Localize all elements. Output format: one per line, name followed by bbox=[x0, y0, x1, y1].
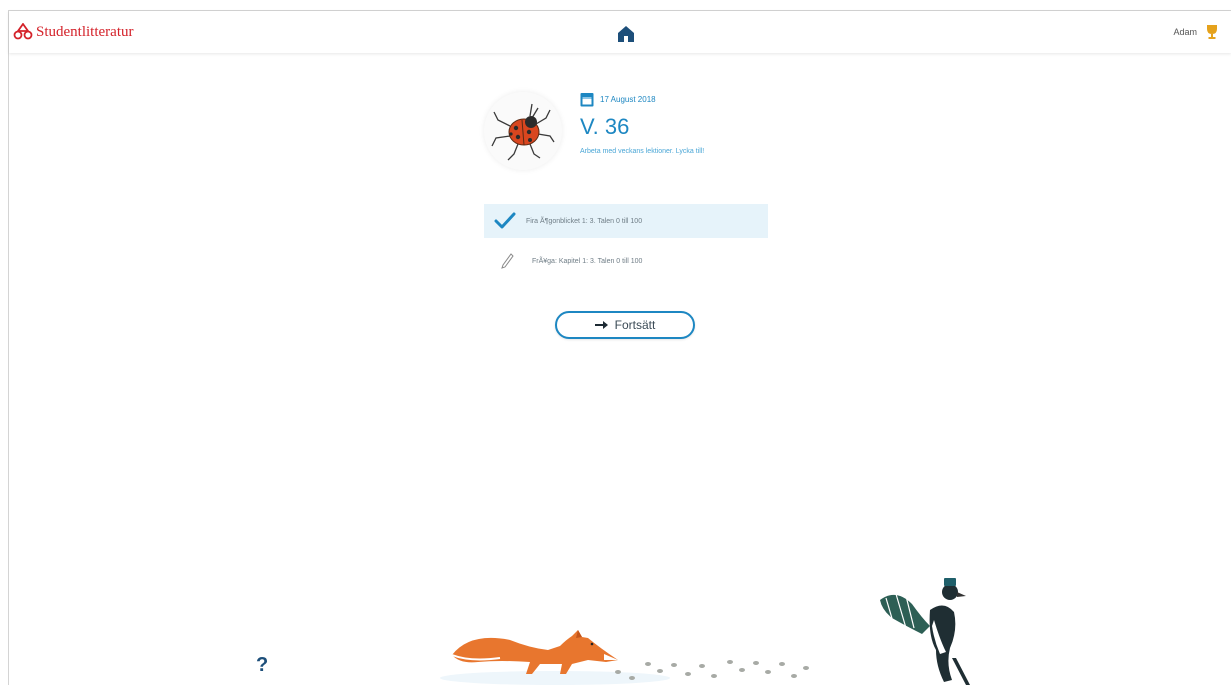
user-menu[interactable]: Adam bbox=[1173, 24, 1219, 40]
logo-text: Studentlitteratur bbox=[36, 23, 134, 40]
user-name: Adam bbox=[1173, 27, 1197, 37]
week-title: V. 36 bbox=[580, 114, 630, 139]
trophy-icon[interactable] bbox=[1205, 24, 1219, 40]
app-frame: Studentlitteratur Adam bbox=[8, 10, 1231, 685]
ladybug-avatar bbox=[484, 92, 562, 170]
brand-logo[interactable]: Studentlitteratur bbox=[13, 23, 133, 41]
task-label: Fira Ã¶gonblicket 1: 3. Talen 0 till 100 bbox=[526, 217, 643, 225]
home-icon[interactable] bbox=[617, 25, 635, 43]
logo-icon bbox=[13, 23, 33, 40]
ladybug-icon bbox=[491, 103, 555, 161]
help-button[interactable]: ? bbox=[256, 654, 268, 677]
top-bar: Studentlitteratur Adam bbox=[9, 11, 1231, 53]
pencil-icon bbox=[501, 253, 514, 269]
continue-button[interactable]: Fortsätt bbox=[555, 311, 695, 339]
task-item-done[interactable]: Fira Ã¶gonblicket 1: 3. Talen 0 till 100 bbox=[484, 204, 768, 238]
date-text: 17 August 2018 bbox=[600, 95, 656, 104]
lesson-description: Arbeta med veckans lektioner. Lycka till… bbox=[580, 148, 705, 155]
arrow-right-icon bbox=[594, 321, 608, 329]
task-item-todo[interactable]: FrÃ¥ga: Kapitel 1: 3. Talen 0 till 100 bbox=[484, 244, 768, 278]
lesson-date: 17 August 2018 bbox=[580, 92, 656, 107]
continue-label: Fortsätt bbox=[614, 318, 656, 332]
calendar-icon bbox=[580, 93, 594, 107]
check-icon bbox=[494, 212, 516, 229]
task-label: FrÃ¥ga: Kapitel 1: 3. Talen 0 till 100 bbox=[532, 257, 643, 265]
